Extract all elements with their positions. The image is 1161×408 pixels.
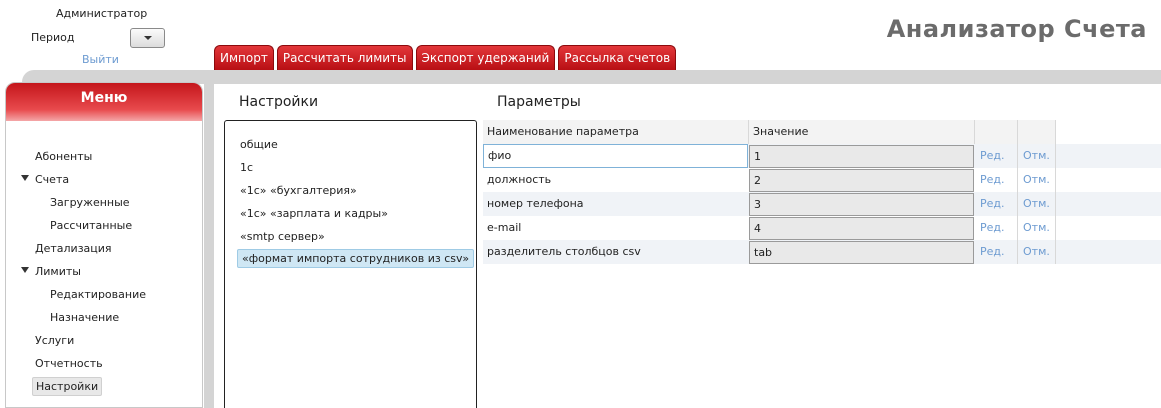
cancel-link[interactable]: Отм. — [1018, 216, 1056, 240]
sidebar-item-label: Счета — [35, 173, 70, 186]
param-value-field[interactable]: 1 — [749, 145, 974, 168]
edit-link[interactable]: Ред. — [975, 216, 1018, 240]
cancel-link[interactable]: Отм. — [1018, 240, 1056, 264]
table-row[interactable]: фио 1 Ред. Отм. — [483, 144, 1161, 168]
table-row[interactable]: номер телефона 3 Ред. Отм. — [483, 192, 1161, 216]
menu-title: Меню — [6, 83, 202, 121]
column-header-value[interactable]: Значение — [749, 120, 975, 144]
table-row[interactable]: должность 2 Ред. Отм. — [483, 168, 1161, 192]
top-tabs: Импорт Рассчитать лимиты Экспорт удержан… — [214, 45, 677, 70]
sidebar-item-bills[interactable]: Счета — [21, 173, 70, 186]
cancel-link[interactable]: Отм. — [1018, 192, 1056, 216]
expand-triangle-icon[interactable] — [21, 267, 29, 273]
param-value-field[interactable]: 3 — [749, 193, 974, 216]
param-name-cell[interactable]: номер телефона — [483, 192, 748, 216]
param-name-cell[interactable]: фио — [483, 144, 748, 168]
sidebar-item-assignment[interactable]: Назначение — [50, 311, 119, 324]
sidebar-item-loaded[interactable]: Загруженные — [50, 196, 130, 209]
cancel-link[interactable]: Отм. — [1018, 144, 1056, 168]
sidebar-item-details[interactable]: Детализация — [35, 242, 112, 255]
tab-calculate-limits[interactable]: Рассчитать лимиты — [276, 45, 413, 70]
chevron-down-icon — [144, 36, 152, 40]
sidebar-item-calculated[interactable]: Рассчитанные — [50, 219, 132, 232]
period-dropdown[interactable] — [130, 28, 165, 48]
settings-item-1c-payroll[interactable]: «1с» «зарплата и кадры» — [240, 207, 388, 220]
column-header-cancel — [1018, 120, 1056, 144]
table-row[interactable]: разделитель столбцов csv tab Ред. Отм. — [483, 240, 1161, 264]
cancel-link[interactable]: Отм. — [1018, 168, 1056, 192]
logout-link[interactable]: Выйти — [82, 53, 119, 66]
settings-item-1c-accounting[interactable]: «1с» «бухгалтерия» — [240, 184, 357, 197]
param-value-field[interactable]: 4 — [749, 217, 974, 240]
sidebar-item-subscribers[interactable]: Абоненты — [35, 150, 92, 163]
param-value-field[interactable]: tab — [749, 241, 974, 264]
settings-item-general[interactable]: общие — [240, 138, 278, 151]
param-name-cell[interactable]: e-mail — [483, 216, 748, 240]
param-value-field[interactable]: 2 — [749, 169, 974, 192]
settings-heading: Настройки — [239, 94, 319, 110]
tab-export-deductions[interactable]: Экспорт удержаний — [415, 45, 556, 70]
sidebar-item-label: Лимиты — [35, 265, 81, 278]
edit-link[interactable]: Ред. — [975, 240, 1018, 264]
tab-send-bills[interactable]: Рассылка счетов — [558, 45, 677, 70]
sidebar-item-limits[interactable]: Лимиты — [21, 265, 81, 278]
expand-triangle-icon[interactable] — [21, 175, 29, 181]
params-heading: Параметры — [497, 94, 581, 110]
edit-link[interactable]: Ред. — [975, 192, 1018, 216]
column-header-edit — [975, 120, 1018, 144]
table-header: Наименование параметра Значение — [483, 120, 1056, 144]
param-name-cell[interactable]: должность — [483, 168, 748, 192]
user-name: Администратор — [56, 7, 148, 20]
param-name-cell[interactable]: разделитель столбцов csv — [483, 240, 748, 264]
sidebar-item-services[interactable]: Услуги — [35, 334, 74, 347]
column-header-name[interactable]: Наименование параметра — [483, 120, 749, 144]
app-title: Анализатор Счета — [886, 15, 1147, 43]
tab-import[interactable]: Импорт — [214, 45, 274, 70]
table-row[interactable]: e-mail 4 Ред. Отм. — [483, 216, 1161, 240]
period-label: Период — [31, 31, 75, 44]
sidebar-item-reports[interactable]: Отчетность — [35, 357, 103, 370]
settings-item-csv-import-format[interactable]: «формат импорта сотрудников из csv» — [237, 249, 475, 268]
sidebar-divider — [204, 83, 214, 408]
edit-link[interactable]: Ред. — [975, 168, 1018, 192]
settings-item-1c[interactable]: 1с — [240, 161, 253, 174]
sidebar-item-settings[interactable]: Настройки — [32, 377, 103, 396]
settings-item-smtp[interactable]: «smtp сервер» — [240, 230, 325, 243]
edit-link[interactable]: Ред. — [975, 144, 1018, 168]
sidebar-item-editing[interactable]: Редактирование — [50, 288, 146, 301]
